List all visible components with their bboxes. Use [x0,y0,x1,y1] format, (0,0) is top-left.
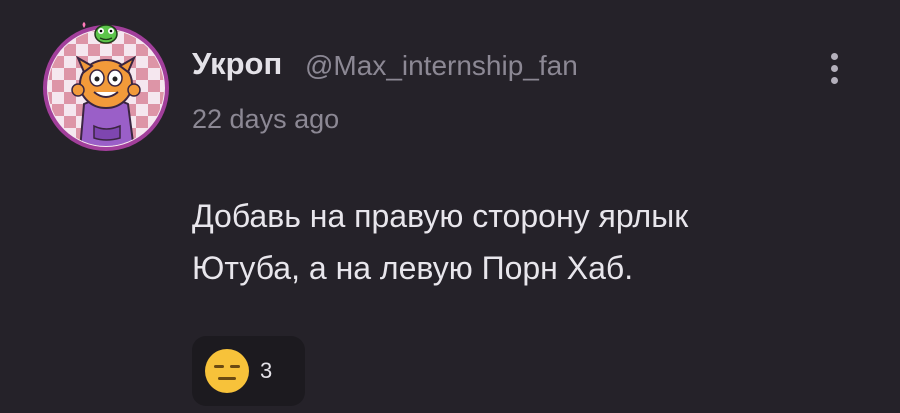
comment-text-line: Добавь на правую сторону ярлык [192,198,689,234]
more-options-button[interactable] [816,44,852,92]
vertical-ellipsis-icon [830,52,838,60]
expressionless-face-icon [205,349,249,393]
reaction-count: 3 [260,358,273,383]
comment-timestamp: 22 days ago [192,104,340,134]
comment-card: Укроп @Max_internship_fan 22 days ago До… [0,0,900,413]
cartoon-monster-avatar-icon [43,22,169,151]
vertical-ellipsis-icon [830,64,838,72]
vertical-ellipsis-icon [830,76,838,84]
comment-text: Добавь на правую сторону ярлык Ютуба, а … [192,190,852,294]
reaction-button[interactable]: 3 [192,336,305,406]
avatar[interactable] [40,20,172,152]
author-name[interactable]: Укроп [192,44,282,84]
author-handle[interactable]: @Max_internship_fan [305,46,578,86]
comment-text-line: Ютуба, а на левую Порн Хаб. [192,250,634,286]
